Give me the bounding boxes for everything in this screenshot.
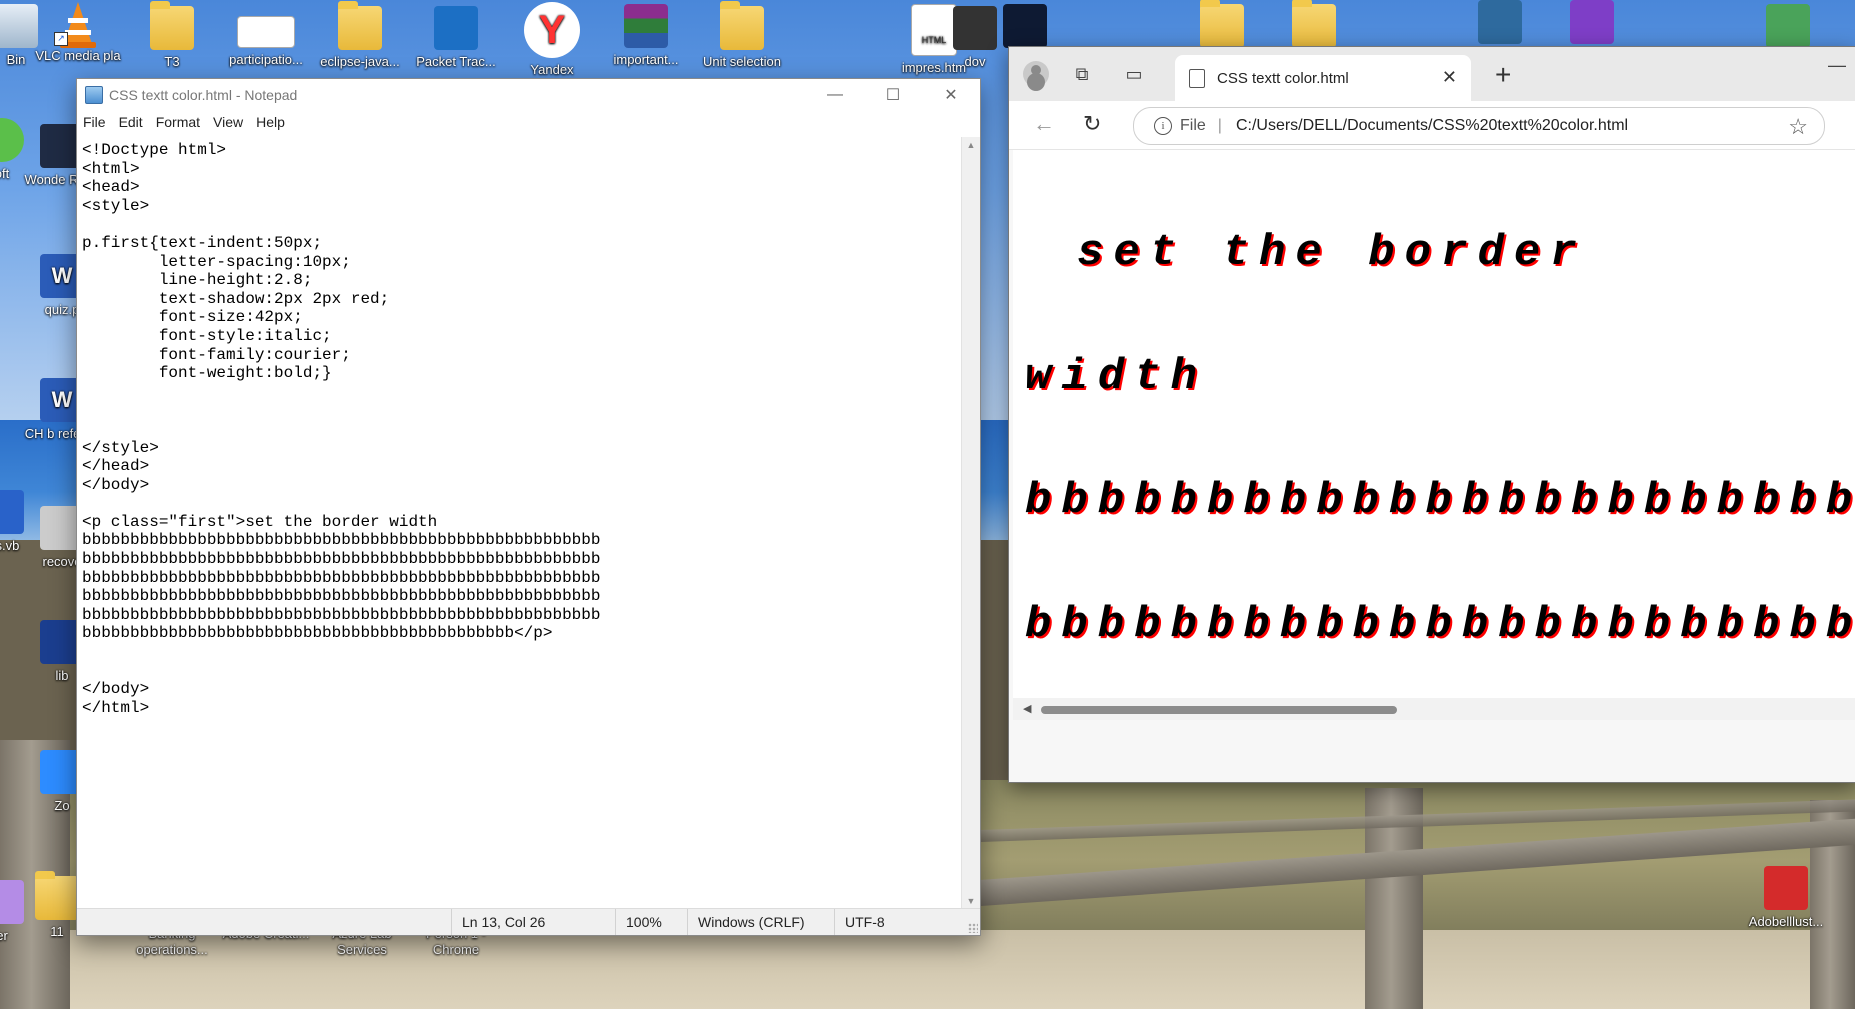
desktop-icon-label: dov [964,54,986,69]
desktop-icon-label: important... [613,52,679,67]
vertical-scrollbar[interactable]: ▲ ▼ [961,137,980,909]
favorite-star-icon[interactable]: ☆ [1788,114,1808,140]
desktop-icon-unit-selection[interactable]: Unit selection [696,1,788,70]
folder-icon [1200,0,1244,48]
desktop-icon-label: 11 [50,924,64,939]
rendered-paragraph-line: set the border [1077,228,1587,278]
desktop-icon-label: VLC media pla [35,48,121,63]
minimize-button[interactable]: — [806,79,864,111]
browser-toolbar: ← ↻ i File | C:/Users/DELL/Documents/CSS… [1009,101,1855,150]
minimize-button[interactable]: — [1828,55,1846,76]
maximize-button[interactable]: ☐ [864,79,922,111]
rendered-paragraph-line: width [1025,352,1208,402]
page-viewport[interactable]: set the border width bbbbbbbbbbbbbbbbbbb… [1013,150,1855,698]
desktop-icon-label: Packet Trac... [416,54,496,69]
media-icon [1003,4,1047,48]
desktop-icon-label: Unit selection [702,54,782,69]
browser-window[interactable]: ⧉ ▭ CSS textt color.html ✕ + — ← ↻ i Fil… [1008,46,1855,783]
status-encoding: UTF-8 [834,909,885,935]
scrollbar-thumb[interactable] [1041,706,1397,714]
folder-icon [150,1,194,50]
folder-icon [338,1,382,50]
desktop-icon-vlc[interactable]: ↗ VLC media pla [32,0,124,64]
menu-bar: File Edit Format View Help [77,111,980,133]
close-button[interactable]: ✕ [922,79,980,111]
desktop-icon-visual-studio[interactable] [1562,0,1622,48]
status-line-ending: Windows (CRLF) [687,909,805,935]
scroll-left-icon[interactable]: ◀ [1023,702,1031,715]
desktop-icon-yandex[interactable]: Y Yandex [506,2,598,78]
page-icon [1189,68,1205,88]
desktop-icon-label: eclipse-java... [320,54,400,69]
tab-bar: ⧉ ▭ CSS textt color.html ✕ + — [1009,47,1855,101]
status-zoom: 100% [615,909,662,935]
browser-tab[interactable]: CSS textt color.html ✕ [1175,55,1471,101]
notepad-window[interactable]: CSS textt color.html - Notepad — ☐ ✕ Fil… [76,78,981,936]
menu-format[interactable]: Format [156,114,200,130]
rendered-paragraph-line: bbbbbbbbbbbbbbbbbbbbbbbbbbbbbb [1025,600,1855,650]
menu-file[interactable]: File [83,114,106,130]
desktop-icon-label: participatio... [229,52,303,67]
menu-help[interactable]: Help [256,114,285,130]
folder-icon [35,871,79,920]
desktop-icon-participation[interactable]: participatio... [220,6,312,68]
app-icon [0,880,24,924]
desktop-icon-eclipse[interactable]: eclipse-java... [314,1,406,70]
app-icon [1766,4,1810,48]
rendered-paragraph-line: bbbbbbbbbbbbbbbbbbbbbbbbbbbbbb [1025,476,1855,526]
tab-title: CSS textt color.html [1217,69,1349,87]
folder-icon [1292,0,1336,48]
status-position: Ln 13, Col 26 [451,909,545,935]
desktop-icon-media[interactable] [1000,4,1050,52]
pdf-icon [1764,866,1808,910]
address-scheme: File [1180,117,1206,134]
editor-content[interactable]: <!Doctype html> <html> <head> <style> p.… [77,137,962,721]
status-bar: Ln 13, Col 26 100% Windows (CRLF) UTF-8 [77,908,980,935]
desktop-icon-adobe-illustrator[interactable]: Adobelllust... [1740,866,1832,930]
yandex-icon: Y [524,2,580,58]
desktop-icon-packet-tracer[interactable]: Packet Trac... [410,6,502,70]
packet-tracer-icon [434,6,478,50]
desktop-icon-dov[interactable]: dov [950,6,1000,70]
text-editor[interactable]: <!Doctype html> <html> <head> <style> p.… [77,137,962,909]
winrar-icon [624,4,668,48]
desktop-icon-folder-a[interactable] [1192,0,1252,52]
address-url[interactable]: C:/Users/DELL/Documents/CSS%20textt%20co… [1236,117,1628,135]
horizontal-scrollbar[interactable]: ◀ [1013,698,1855,720]
address-separator: | [1217,117,1222,134]
desktop-icon-app[interactable] [1758,4,1818,52]
desktop-icon-label: T3 [164,54,180,69]
back-arrow-icon[interactable]: ← [1033,111,1055,137]
info-icon[interactable]: i [1154,117,1172,135]
scroll-down-icon[interactable]: ▼ [962,893,980,909]
menu-edit[interactable]: Edit [119,114,143,130]
vlc-icon: ↗ [54,0,100,48]
desktop-icon-t3[interactable]: T3 [126,1,218,70]
shortcut-arrow-icon: ↗ [54,32,68,46]
close-tab-icon[interactable]: ✕ [1442,67,1457,88]
collections-icon[interactable]: ⧉ [1071,63,1093,85]
window-title: CSS textt color.html - Notepad [109,87,298,103]
document-thumbnail-icon [237,16,295,48]
menu-view[interactable]: View [213,114,243,130]
vertical-tabs-icon[interactable]: ▭ [1123,63,1145,85]
folder-icon [720,1,764,50]
address-bar[interactable]: i File | C:/Users/DELL/Documents/CSS%20t… [1133,107,1825,145]
scroll-up-icon[interactable]: ▲ [962,137,980,153]
notepad-icon [85,86,103,104]
profile-avatar-icon[interactable] [1023,61,1049,87]
desktop-icon-important[interactable]: important... [600,4,692,68]
notepad-titlebar[interactable]: CSS textt color.html - Notepad — ☐ ✕ [77,79,980,111]
desktop-icon-folder-b[interactable] [1284,0,1344,52]
resize-grip-icon[interactable] [968,923,978,933]
visual-studio-icon [1570,0,1614,44]
new-tab-button[interactable]: + [1495,59,1511,91]
desktop-icon-11[interactable]: 11 [32,871,82,940]
desktop-icon-mysql[interactable] [1470,0,1530,48]
doc-icon [953,6,997,50]
refresh-icon[interactable]: ↻ [1083,111,1101,137]
desktop-icon-label: Adobelllust... [1748,914,1824,929]
desktop-icon-label: Yandex [530,62,574,77]
mysql-icon [1478,0,1522,44]
